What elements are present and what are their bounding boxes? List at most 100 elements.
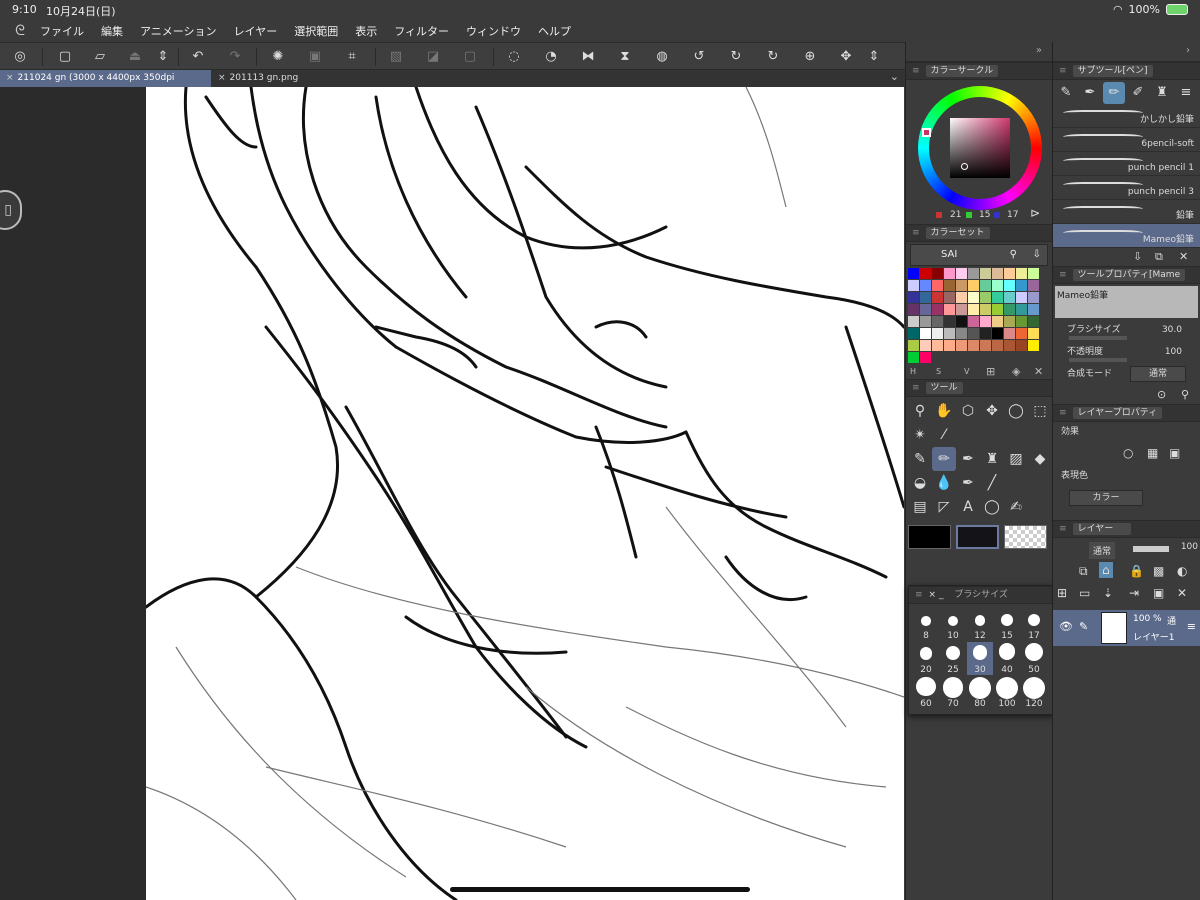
grip-icon[interactable]: ≡ [1059, 408, 1067, 418]
pencil-group-icon[interactable]: ✏ [1103, 82, 1125, 104]
color-swatch[interactable] [968, 304, 979, 315]
lasso-tool-icon[interactable]: ◯ [1004, 399, 1028, 423]
brush-size-slider[interactable] [1069, 336, 1127, 340]
color-swatch[interactable] [992, 328, 1003, 339]
add-swatch-icon[interactable]: ⊞ [986, 365, 995, 378]
save-icon[interactable]: ⏏ [125, 47, 145, 67]
blend-tool-icon[interactable]: 💧 [932, 471, 956, 495]
brush-item[interactable]: 6pencil-soft [1053, 128, 1200, 152]
color-swatch[interactable] [1028, 328, 1039, 339]
grip-icon[interactable]: ≡ [912, 383, 920, 393]
menu-window[interactable]: ウィンドウ [466, 23, 521, 39]
zoom-icon[interactable]: ⊕ [800, 47, 820, 67]
figure-tool-icon[interactable]: ✒ [956, 471, 980, 495]
correction-tool-icon[interactable]: ✍ [1004, 495, 1028, 519]
brush-size-option[interactable]: 25 [940, 642, 966, 675]
menu-help[interactable]: ヘルプ [538, 23, 571, 39]
subtool-tab[interactable]: サブツール[ペン] [1072, 65, 1153, 77]
grip-icon[interactable]: ≡ [912, 228, 920, 238]
brush-size-option[interactable]: 100 [994, 676, 1020, 709]
brush-tool-icon[interactable]: ✒ [956, 447, 980, 471]
clip-studio-icon[interactable]: ◎ [10, 47, 30, 67]
line-tool-icon[interactable]: ╱ [980, 471, 1004, 495]
color-swatch[interactable] [968, 292, 979, 303]
color-swatch[interactable] [920, 352, 931, 363]
color-swatch[interactable] [1028, 316, 1039, 327]
saturation-button[interactable]: S [936, 367, 941, 376]
color-swatch[interactable] [1016, 268, 1027, 279]
download-icon[interactable]: ⇩ [1033, 245, 1041, 265]
color-wheel[interactable] [918, 86, 1042, 210]
updown-icon[interactable]: ⇕ [153, 47, 173, 67]
brush-size-option[interactable]: 60 [913, 676, 939, 709]
color-swatch[interactable] [1004, 340, 1015, 351]
color-swatch[interactable] [932, 316, 943, 327]
layer-name[interactable]: レイヤー1 [1133, 630, 1174, 643]
color-swatch[interactable] [1016, 328, 1027, 339]
new-raster-layer-icon[interactable]: ⊞ [1057, 586, 1067, 600]
ruler-tool-icon[interactable]: ◸ [932, 495, 956, 519]
color-swatch[interactable] [944, 304, 955, 315]
rotate-right-icon[interactable]: ↻ [763, 47, 783, 67]
color-swatch[interactable] [944, 268, 955, 279]
merge-down-icon[interactable]: ⇣ [1103, 586, 1113, 600]
color-swatch[interactable] [980, 328, 991, 339]
opacity-slider[interactable] [1069, 358, 1127, 362]
trash-icon[interactable]: ✕ [1034, 365, 1043, 378]
color-swatch[interactable] [980, 304, 991, 315]
brush-item-selected[interactable]: Mameo鉛筆 [1053, 224, 1200, 248]
updown-icon[interactable]: ⇕ [864, 47, 884, 67]
color-swatch[interactable] [992, 304, 1003, 315]
color-swatch[interactable] [908, 280, 919, 291]
brush-size-option[interactable]: 8 [913, 608, 939, 641]
chevron-right-icon[interactable]: › [1186, 45, 1190, 56]
color-swatch[interactable] [968, 328, 979, 339]
color-swatch[interactable] [944, 292, 955, 303]
close-icon[interactable]: × _ [929, 590, 947, 600]
close-icon[interactable]: × [218, 73, 226, 83]
operation-tool-icon[interactable]: ⬡ [956, 399, 980, 423]
pen-tool-icon[interactable]: ✎ [908, 447, 932, 471]
trash-icon[interactable]: ✕ [1177, 586, 1187, 600]
color-swatch[interactable] [956, 316, 967, 327]
color-swatch[interactable] [932, 304, 943, 315]
color-swatch[interactable] [968, 316, 979, 327]
close-icon[interactable]: × [6, 73, 14, 83]
fit-view-icon[interactable]: ◍ [652, 47, 672, 67]
drawing-canvas[interactable] [146, 87, 904, 900]
color-swatch[interactable] [992, 316, 1003, 327]
rotate-view-icon[interactable]: ◌ [504, 47, 524, 67]
layer-color-icon[interactable]: ▣ [1169, 446, 1180, 460]
grip-icon[interactable]: ≡ [1059, 66, 1067, 76]
layer-row[interactable]: 👁 ✎ 100 % 通 レイヤー1 ≡ [1053, 610, 1200, 646]
color-swatch[interactable] [980, 268, 991, 279]
color-swatch[interactable] [908, 340, 919, 351]
wrench-icon[interactable]: ⚲ [1181, 388, 1189, 401]
redo-icon[interactable]: ↷ [225, 47, 245, 67]
rotate-reset-icon[interactable]: ◔ [541, 47, 561, 67]
brush-size-option[interactable]: 30 [967, 642, 993, 675]
color-swatch[interactable] [1016, 316, 1027, 327]
airbrush-tool-icon[interactable]: ♜ [980, 447, 1004, 471]
opacity-value[interactable]: 100 [1165, 342, 1182, 362]
brush-size-option[interactable]: 15 [994, 608, 1020, 641]
hand-tool-icon[interactable]: ✋ [932, 399, 956, 423]
expression-color-dropdown[interactable]: カラー [1069, 490, 1143, 506]
layer-property-tab[interactable]: レイヤープロパティ [1072, 407, 1163, 419]
color-swatch[interactable] [932, 280, 943, 291]
color-set-dropdown[interactable]: SAI ⚲ ⇩ [910, 244, 1048, 266]
tool-tab[interactable]: ツール [925, 382, 963, 394]
color-swatch[interactable] [980, 316, 991, 327]
opacity-row[interactable]: 不透明度 100 [1053, 342, 1200, 364]
color-swatch[interactable] [920, 292, 931, 303]
decoration-tool-icon[interactable]: ▨ [1004, 447, 1028, 471]
brush-size-option[interactable]: 40 [994, 642, 1020, 675]
color-swatch[interactable] [956, 304, 967, 315]
mask-icon[interactable]: ◐ [1177, 564, 1187, 578]
color-swatch[interactable] [956, 268, 967, 279]
color-swatch[interactable] [992, 280, 1003, 291]
menu-icon[interactable]: ≡ [1187, 620, 1196, 633]
color-swatch[interactable] [1016, 304, 1027, 315]
layer-mask-icon[interactable]: ▣ [1153, 586, 1164, 600]
clear-icon[interactable]: ✺ [268, 47, 288, 67]
